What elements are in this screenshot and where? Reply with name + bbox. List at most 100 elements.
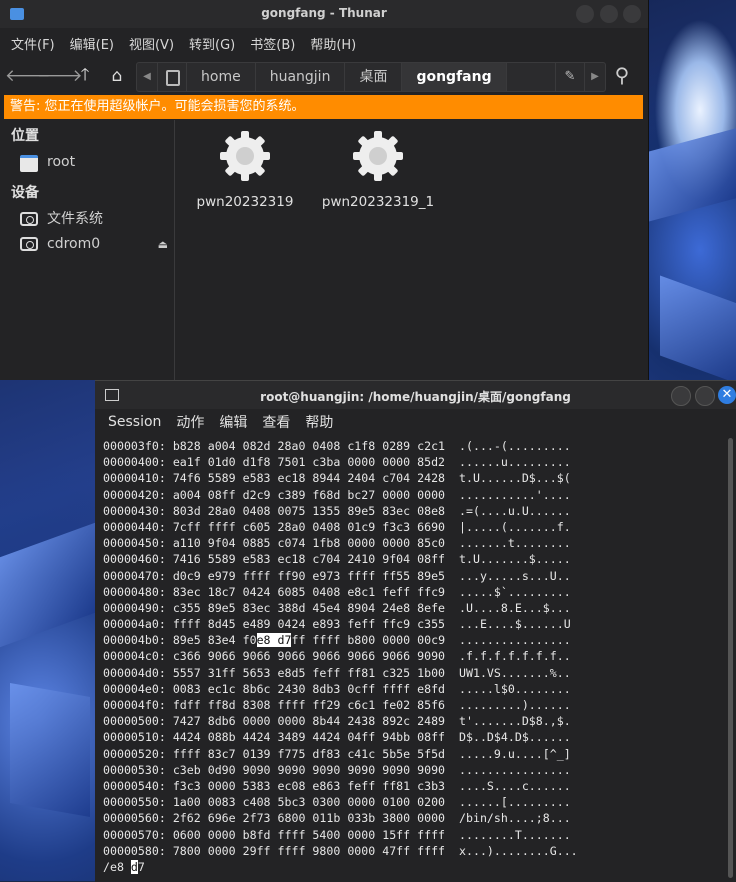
minimize-button[interactable] [671,386,691,406]
hex-ascii: .=(....u.U...... [445,503,571,518]
menu-help[interactable]: 帮助 [305,412,333,432]
hexdump-line: 000003f0: b828 a004 082d 28a0 0408 c1f8 … [103,438,722,454]
hex-ascii: ...y.....s...U.. [445,568,571,583]
hexdump-line: 000004e0: 0083 ec1c 8b6c 2430 8db3 0cff … [103,681,722,697]
back-arrow-icon[interactable]: 🡐 [5,66,51,86]
close-button[interactable]: ✕ [718,386,736,404]
hex-address: 00000490: [103,600,173,615]
forward-arrow-icon[interactable]: 🡒 [37,66,83,86]
hex-bytes: d0c9 e979 ffff ff90 e973 ffff ff55 89e5 [172,568,446,583]
hex-address: 00000470: [103,568,173,583]
menu-file[interactable]: 文件(F) [11,34,55,53]
hex-ascii: ................ [445,633,571,648]
home-icon[interactable]: ⌂ [101,66,133,86]
hex-ascii: .....9.u....[^_] [445,746,571,761]
path-scroll-right-icon[interactable]: ▶ [585,63,605,91]
hex-ascii: .(...-(......... [445,439,571,453]
hex-address: 00000400: [103,455,173,470]
drive-icon[interactable] [158,63,187,91]
text-cursor: d [130,859,138,874]
search-prompt[interactable]: /e8 d7 [103,859,722,875]
hex-bytes: 1a00 0083 c408 5bc3 0300 0000 0100 0200 [172,795,446,810]
hexdump-line: 00000530: c3eb 0d90 9090 9090 9090 9090 … [103,762,722,778]
terminal-output[interactable]: 000003f0: b828 a004 082d 28a0 0408 c1f8 … [103,438,722,882]
hex-bytes: 0600 0000 b8fd ffff 5400 0000 15ff ffff [172,827,446,842]
hexdump-line: 00000400: ea1f 01d0 d1f8 7501 c3ba 0000 … [103,454,722,470]
hex-bytes: a110 9f04 0885 c074 1fb8 0000 0000 85c0 [172,536,446,551]
hex-ascii: .....$`......... [445,584,571,599]
hex-address: 000004d0: [103,665,173,680]
hex-bytes: 0083 ec1c 8b6c 2430 8db3 0cff ffff e8fd [172,681,446,696]
eject-icon[interactable]: ⏏ [158,232,168,257]
gear-icon [353,131,403,181]
hex-address: 00000560: [103,811,173,826]
menu-session[interactable]: Session [108,414,161,430]
hex-ascii: ....S....c...... [445,778,571,793]
maximize-button[interactable] [695,386,715,406]
hexdump-line: 000004b0: 89e5 83e4 f0e8 d7ff ffff b800 … [103,632,722,648]
maximize-button[interactable] [600,5,618,23]
hex-bytes: 83ec 18c7 0424 6085 0408 e8c1 feff ffc9 [172,584,446,599]
sidebar-item-filesystem[interactable]: 文件系统 [0,207,174,232]
file-item[interactable]: pwn20232319_1 [308,128,448,210]
hex-address: 00000460: [103,552,173,567]
hex-address: 00000480: [103,584,173,599]
path-home[interactable]: home [187,63,256,91]
menu-help[interactable]: 帮助(H) [310,34,356,53]
hex-address: 00000510: [103,730,173,745]
hex-address: 000004a0: [103,617,173,632]
menu-edit[interactable]: 编辑(E) [70,34,114,53]
menu-actions[interactable]: 动作 [176,412,204,432]
path-gongfang[interactable]: gongfang [402,63,507,91]
hex-ascii: .U....8.E...$... [445,600,571,615]
hex-bytes: 5557 31ff 5653 e8d5 feff ff81 c325 1b00 [172,665,446,680]
menu-view[interactable]: 视图(V) [129,34,174,53]
hex-ascii: .f.f.f.f.f.f.f.. [445,649,571,664]
root-warning-banner: 警告: 您正在使用超级帐户。可能会损害您的系统。 [4,95,643,119]
hexdump-line: 00000500: 7427 8db6 0000 0000 8b44 2438 … [103,713,722,729]
window-title: gongfang - Thunar [261,6,387,20]
menu-view[interactable]: 查看 [262,412,290,432]
menu-go[interactable]: 转到(G) [189,34,235,53]
sidebar-item-root[interactable]: root [0,150,174,175]
path-huangjin[interactable]: huangjin [256,63,346,91]
hex-address: 00000570: [103,827,173,842]
minimize-button[interactable] [576,5,594,23]
hex-address: 00000530: [103,762,173,777]
sidebar-item-cdrom0[interactable]: cdrom0 ⏏ [0,232,174,257]
hex-address: 00000440: [103,519,173,534]
search-icon[interactable]: ⚲ [606,63,638,87]
file-item[interactable]: pwn20232319 [175,128,315,210]
hexdump-line: 00000410: 74f6 5589 e583 ec18 8944 2404 … [103,470,722,486]
thunar-titlebar[interactable]: gongfang - Thunar [0,0,648,28]
hexdump-line: 00000430: 803d 28a0 0408 0075 1355 89e5 … [103,503,722,519]
hex-ascii: /bin/sh....;8... [445,811,571,826]
hex-address: 00000420: [103,487,173,502]
hex-bytes: 4424 088b 4424 3489 4424 04ff 94bb 08ff [172,730,446,745]
hex-ascii: ................ [445,762,571,777]
menu-bookmarks[interactable]: 书签(B) [250,34,295,53]
hexdump-line: 00000470: d0c9 e979 ffff ff90 e973 ffff … [103,568,722,584]
terminal-titlebar[interactable]: root@huangjin: /home/huangjin/桌面/gongfan… [95,381,736,409]
hex-ascii: D$..D$4.D$...... [445,730,571,745]
thunar-menubar: 文件(F) 编辑(E) 视图(V) 转到(G) 书签(B) 帮助(H) [0,28,648,58]
pencil-edit-icon[interactable]: ✎ [555,63,585,91]
menu-edit[interactable]: 编辑 [219,412,247,432]
hexdump-line: 00000520: ffff 83c7 0139 f775 df83 c41c … [103,746,722,762]
hex-address: 000004c0: [103,649,173,664]
drive-icon [20,237,38,251]
hex-address: 00000500: [103,714,173,729]
hex-ascii: x...)........G... [445,843,578,858]
hex-address: 00000580: [103,843,173,858]
hexdump-line: 00000580: 7800 0000 29ff ffff 9800 0000 … [103,843,722,859]
file-view: pwn20232319 pwn20232319_1 [175,120,648,380]
wallpaper-shape [660,275,736,385]
hex-bytes: fdff ff8d 8308 ffff ff29 c6c1 fe02 85f6 [172,698,446,712]
path-scroll-left-icon[interactable]: ◀ [137,63,158,91]
hex-bytes: a004 08ff d2c9 c389 f68d bc27 0000 0000 [172,487,446,502]
hex-ascii: ...E....$......U [445,617,571,632]
terminal-scrollbar[interactable] [728,438,733,878]
path-desktop[interactable]: 桌面 [345,63,403,91]
up-arrow-icon[interactable]: 🡑 [69,62,101,91]
close-button[interactable] [623,5,641,23]
